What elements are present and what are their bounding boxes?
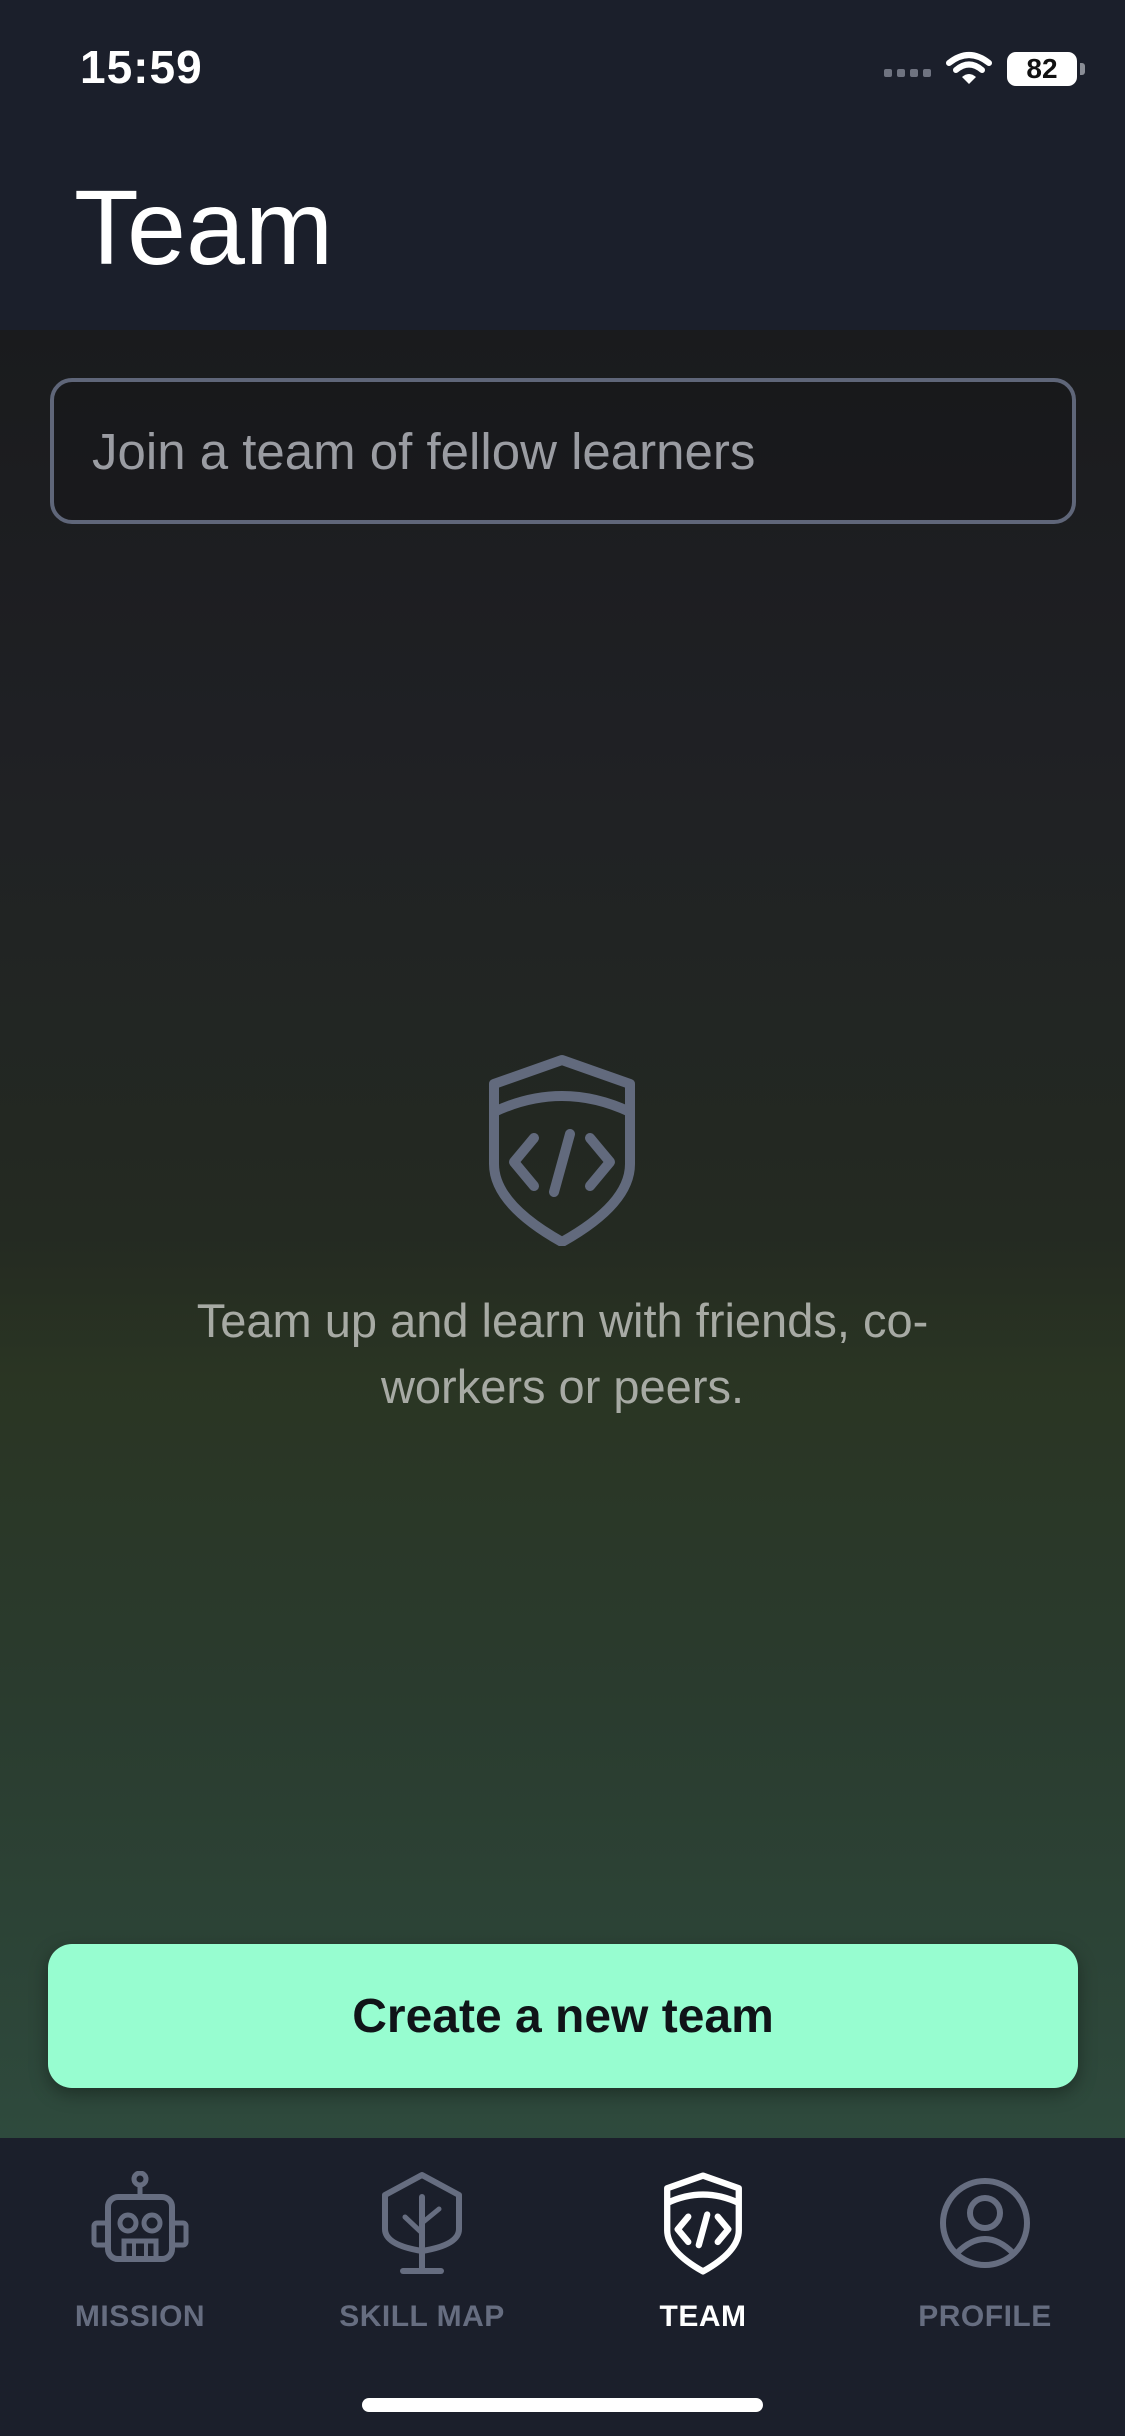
empty-state-message: Team up and learn with friends, co-worke… [196,1294,929,1413]
robot-icon [91,2171,189,2262]
page-title: Team [74,169,334,287]
tab-profile[interactable]: PROFILE [845,2168,1125,2368]
create-team-button[interactable]: Create a new team [48,1944,1078,2088]
tab-label: PROFILE [918,2300,1052,2333]
tab-label: SKILL MAP [339,2300,505,2333]
tree-icon [382,2172,462,2274]
profile-icon [940,2178,1030,2268]
home-indicator [362,2398,763,2412]
join-team-input[interactable] [54,382,1072,520]
team-shield-icon [489,1055,635,1246]
wifi-icon [946,52,992,84]
status-bar: 15:59 82 [0,0,1125,140]
join-team-field-container [50,378,1076,524]
status-indicators: 82 [884,48,1085,90]
tab-team[interactable]: TEAM [563,2168,843,2368]
bottom-tab-bar: MISSION SKILL MAP TEAM PROFILE [0,2138,1125,2436]
team-shield-icon [664,2172,742,2275]
cellular-signal-icon [884,61,931,77]
team-content: Team up and learn with friends, co-worke… [0,330,1125,2138]
tab-mission[interactable]: MISSION [0,2168,280,2368]
tab-skill-map[interactable]: SKILL MAP [282,2168,562,2368]
battery-indicator: 82 [1007,52,1085,86]
status-time: 15:59 [80,41,203,93]
tab-label: MISSION [74,2300,206,2333]
tab-label: TEAM [659,2300,747,2333]
page-header: Team [0,140,1125,330]
